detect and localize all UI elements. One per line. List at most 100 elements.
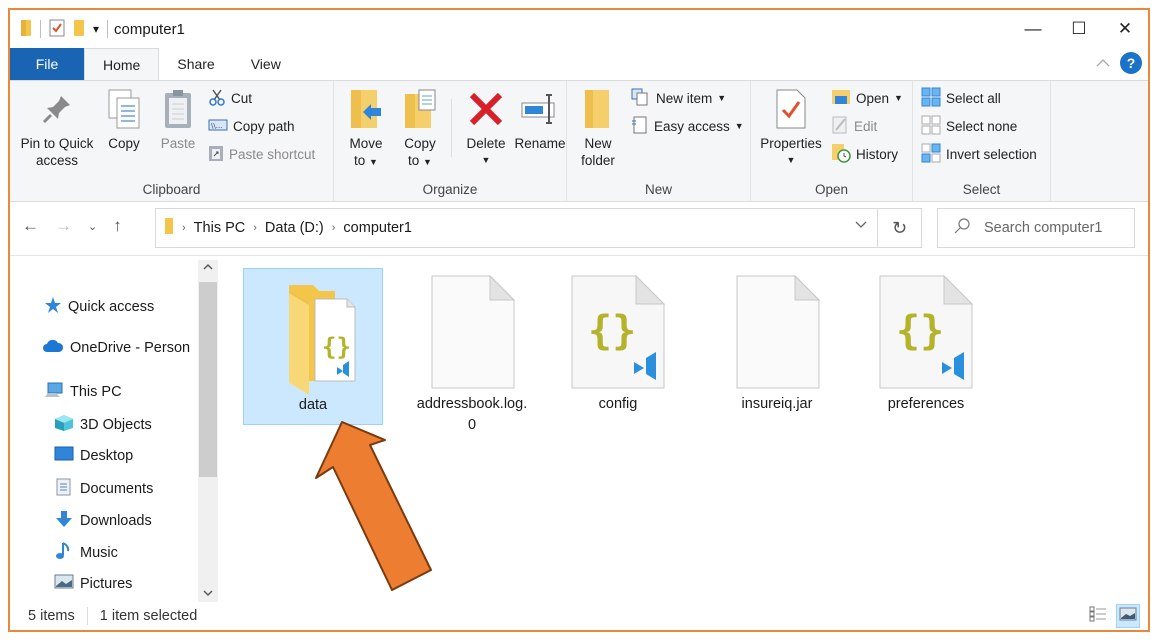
select-all-icon [921, 87, 941, 110]
nav-desktop[interactable]: Desktop [54, 446, 133, 466]
history-button[interactable]: History [831, 143, 898, 165]
nav-pictures[interactable]: Pictures [54, 574, 132, 594]
collapse-ribbon-icon[interactable] [1096, 55, 1110, 71]
breadcrumb-this-pc[interactable]: This PC [194, 220, 246, 236]
group-label: Organize [422, 182, 478, 197]
group-label: Select [962, 182, 1001, 197]
breadcrumb-separator[interactable]: › [253, 222, 257, 234]
item-count: 5 items [28, 608, 75, 624]
file-name: insureiq.jar [741, 396, 813, 412]
file-item-preferences[interactable]: {} preferences [856, 268, 996, 425]
nav-scrollbar[interactable] [198, 260, 218, 602]
breadcrumb-data-drive[interactable]: Data (D:) [265, 220, 324, 236]
tab-share[interactable]: Share [159, 48, 232, 80]
cut-button[interactable]: Cut [208, 87, 252, 109]
paste-shortcut-button[interactable]: Paste shortcut [208, 143, 315, 165]
select-all-button[interactable]: Select all [921, 87, 1001, 109]
properties-qat-icon[interactable] [49, 19, 65, 40]
recent-locations-button[interactable]: ⌄ [88, 220, 97, 233]
edit-button[interactable]: Edit [831, 115, 877, 137]
address-bar[interactable]: › This PC › Data (D:) › computer1 [155, 208, 878, 248]
breadcrumb-separator[interactable]: › [332, 222, 336, 234]
help-button[interactable]: ? [1120, 52, 1142, 74]
copy-button[interactable]: Copy [102, 87, 146, 152]
nav-quick-access[interactable]: Quick access [44, 296, 154, 318]
properties-icon [771, 87, 811, 131]
delete-button[interactable]: Delete ▼ [462, 87, 510, 169]
up-button[interactable]: ↑ [113, 216, 122, 236]
copy-to-icon [400, 87, 440, 131]
organize-group: Move to ▼ Copy to ▼ Delete ▼ Rename Orga… [334, 81, 567, 201]
paste-button[interactable]: Paste [156, 87, 200, 152]
cube-icon [54, 414, 74, 436]
pin-to-quick-access-button[interactable]: Pin to Quick access [18, 87, 96, 169]
edit-icon [831, 115, 849, 138]
toolbar-separator [40, 20, 41, 38]
rename-icon [520, 87, 560, 131]
new-item-button[interactable]: New item ▼ [631, 87, 726, 109]
copy-to-button[interactable]: Copy to ▼ [396, 87, 444, 171]
breadcrumb-computer1[interactable]: computer1 [343, 220, 412, 236]
nav-3d-objects[interactable]: 3D Objects [54, 414, 152, 436]
minimize-button[interactable]: — [1010, 10, 1056, 48]
copy-path-button[interactable]: \\... Copy path [208, 115, 295, 137]
pin-icon [37, 87, 77, 131]
nav-onedrive[interactable]: OneDrive - Person [42, 339, 190, 357]
navigation-buttons: ← → ⌄ ↑ [22, 216, 122, 236]
nav-music[interactable]: Music [54, 542, 118, 564]
file-item-config[interactable]: {} config [548, 268, 688, 425]
file-name: addressbook.log. 0 [416, 396, 528, 433]
file-name: preferences [887, 396, 965, 412]
easy-access-button[interactable]: Easy access ▼ [631, 115, 744, 137]
large-icons-view-button[interactable] [1116, 604, 1140, 628]
folder-icon [164, 217, 174, 239]
generic-file-icon [422, 272, 522, 394]
scroll-up-button[interactable] [198, 262, 218, 274]
invert-selection-button[interactable]: Invert selection [921, 143, 1037, 165]
details-view-button[interactable] [1086, 604, 1110, 628]
status-divider [86, 607, 88, 625]
rename-button[interactable]: Rename [514, 87, 566, 152]
move-to-button[interactable]: Move to ▼ [342, 87, 390, 171]
forward-button[interactable]: → [55, 216, 72, 236]
new-folder-button[interactable]: New folder [573, 87, 623, 169]
svg-text:{}: {} [588, 308, 636, 354]
tab-file[interactable]: File [10, 48, 84, 80]
file-item-addressbook-log[interactable]: addressbook.log. 0 [402, 268, 542, 433]
tab-view[interactable]: View [233, 48, 299, 80]
nav-documents[interactable]: Documents [54, 478, 153, 500]
tab-home[interactable]: Home [84, 48, 160, 80]
separator [451, 99, 452, 157]
quick-access-toolbar: ▾ [20, 19, 109, 40]
copy-icon [104, 87, 144, 131]
scroll-thumb[interactable] [199, 282, 217, 477]
customize-qat-dropdown[interactable]: ▾ [93, 22, 99, 36]
nav-downloads[interactable]: Downloads [54, 510, 152, 532]
file-item-insureiq-jar[interactable]: insureiq.jar [707, 268, 847, 425]
close-icon: ✕ [1117, 19, 1133, 38]
delete-icon [466, 87, 506, 131]
new-folder-icon [578, 87, 618, 131]
navigation-pane: Quick access OneDrive - Person This PC 3… [10, 260, 220, 602]
selection-count: 1 item selected [99, 608, 198, 624]
select-group: Select all Select none Invert selection … [913, 81, 1051, 201]
close-button[interactable]: ✕ [1102, 10, 1148, 48]
search-box[interactable]: Search computer1 [937, 208, 1135, 248]
file-item-data[interactable]: {} data [243, 268, 383, 425]
window-title: computer1 [114, 20, 185, 38]
new-group: New folder New item ▼ Easy access ▼ New [567, 81, 751, 201]
refresh-button[interactable]: ↻ [878, 208, 922, 248]
back-button[interactable]: ← [22, 216, 39, 236]
paste-shortcut-icon [208, 144, 224, 165]
scroll-down-button[interactable] [198, 588, 218, 600]
maximize-button[interactable]: ☐ [1056, 10, 1102, 48]
breadcrumb-separator[interactable]: › [182, 222, 186, 234]
svg-text:\\...: \\... [211, 122, 222, 130]
open-button[interactable]: Open ▼ [831, 87, 903, 109]
properties-button[interactable]: Properties ▼ [755, 87, 827, 169]
address-history-dropdown[interactable] [855, 220, 867, 232]
select-none-button[interactable]: Select none [921, 115, 1017, 137]
new-folder-qat-icon[interactable] [73, 19, 85, 40]
nav-this-pc[interactable]: This PC [44, 382, 122, 402]
desktop-icon [54, 446, 74, 466]
